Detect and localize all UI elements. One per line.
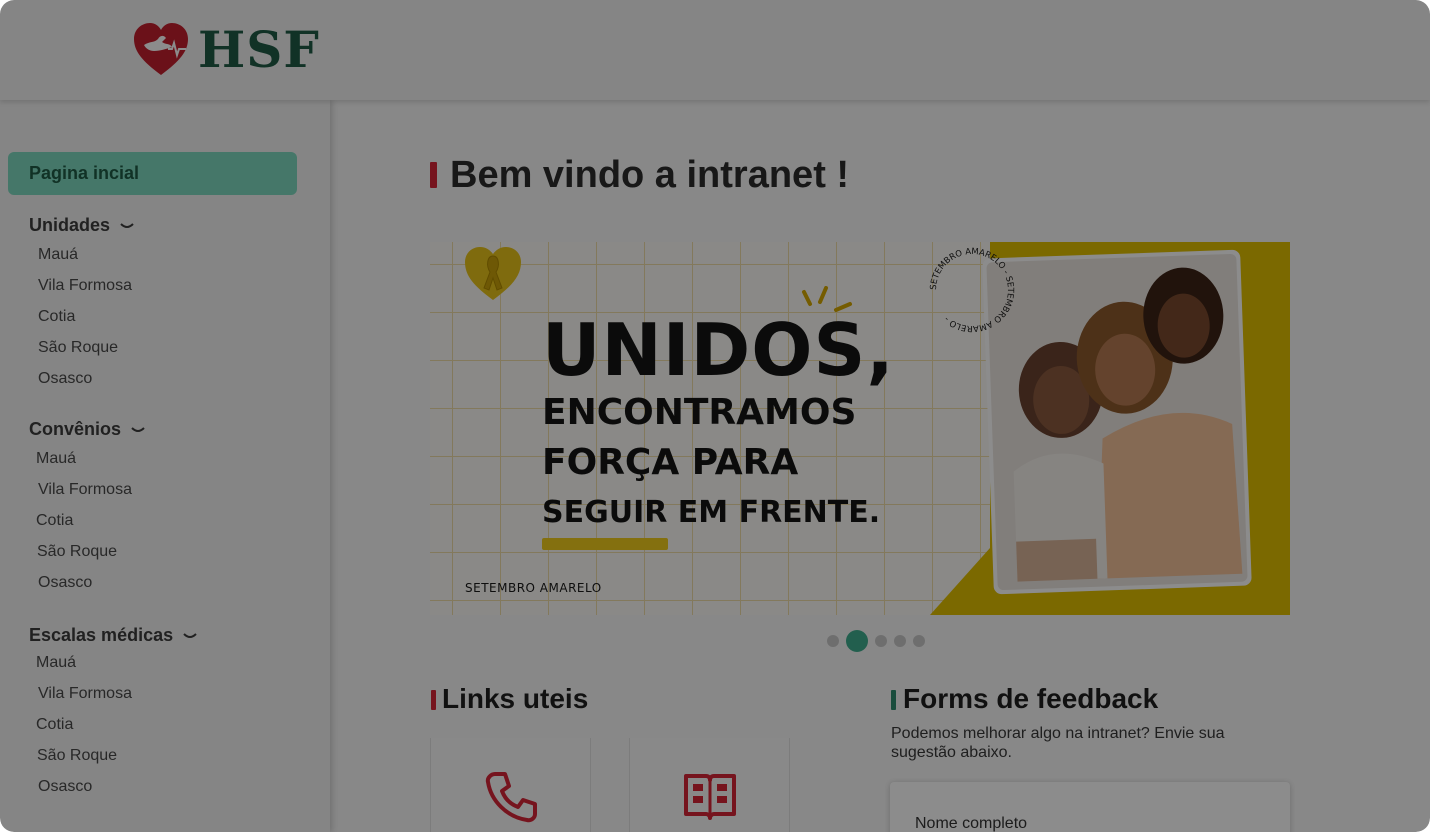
app-window: HSF Pagina incial Unidades Mauá Vila For… bbox=[0, 0, 1430, 832]
modal-backdrop-overlay[interactable] bbox=[0, 0, 1430, 832]
